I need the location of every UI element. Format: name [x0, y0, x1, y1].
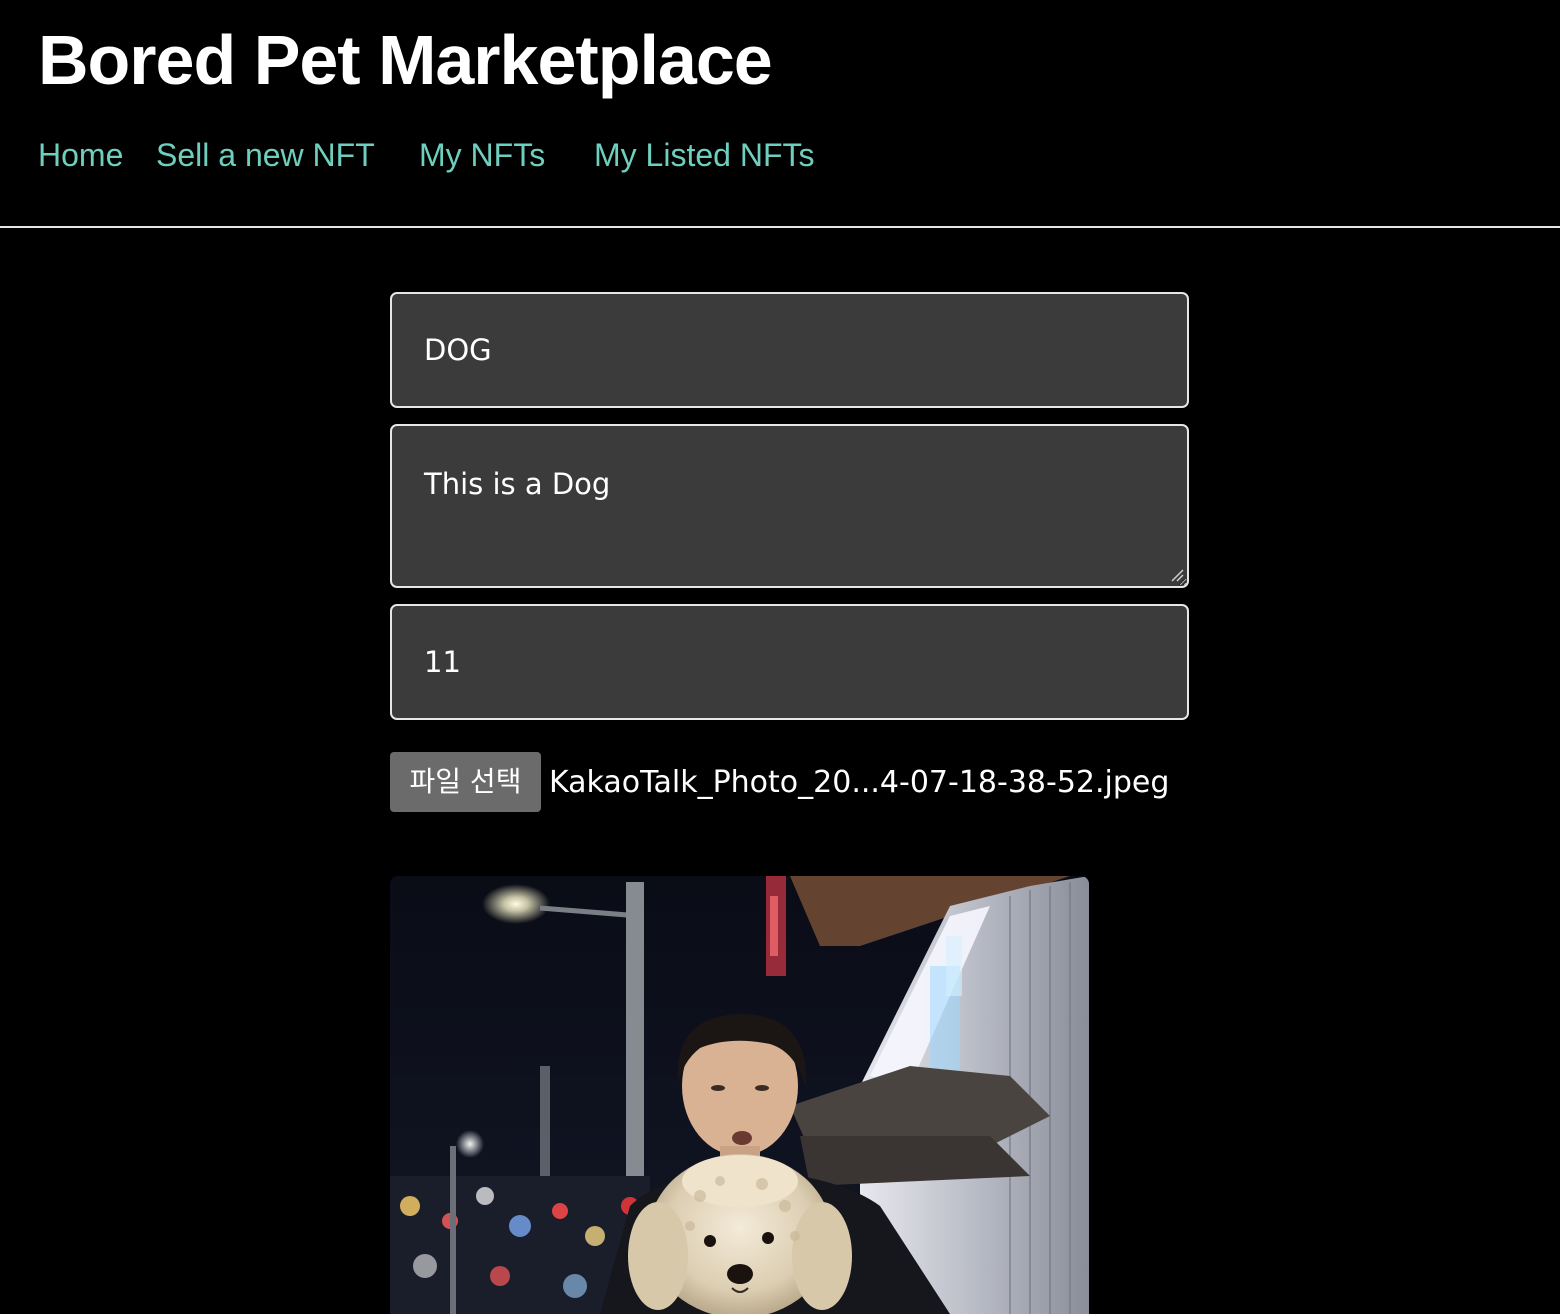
nav-link-my-nfts[interactable]: My NFTs [419, 134, 545, 176]
nav-link-my-listed-nfts[interactable]: My Listed NFTs [594, 134, 814, 176]
dog-photo-image [390, 876, 1089, 1314]
image-preview [390, 876, 1089, 1314]
asset-price-input[interactable] [390, 604, 1189, 720]
asset-description-textarea[interactable]: This is a Dog [390, 424, 1189, 588]
nav-link-home[interactable]: Home [38, 134, 123, 176]
asset-name-input[interactable] [390, 292, 1189, 408]
site-title: Bored Pet Marketplace [38, 21, 773, 99]
choose-file-button[interactable]: 파일 선택 [390, 752, 541, 812]
selected-file-name: KakaoTalk_Photo_20...4-07-18-38-52.jpeg [549, 765, 1170, 800]
nav-link-sell-new-nft[interactable]: Sell a new NFT [156, 134, 375, 176]
site-header: Bored Pet Marketplace Home Sell a new NF… [0, 0, 1560, 228]
